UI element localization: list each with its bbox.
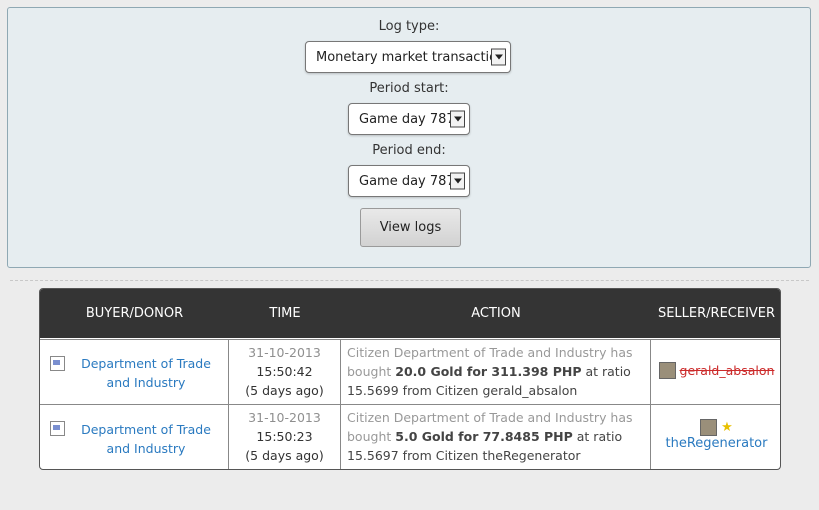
- period-start-select[interactable]: Game day 787: [348, 103, 470, 135]
- time-cell: 31-10-2013 15:50:23 (5 days ago): [229, 405, 341, 469]
- log-type-label: Log type:: [378, 19, 440, 34]
- time-date: 31-10-2013: [248, 345, 321, 360]
- logs-table: BUYER/DONOR TIME ACTION SELLER/RECEIVER …: [39, 288, 781, 470]
- chevron-down-icon: [450, 110, 465, 128]
- column-header-buyer: BUYER/DONOR: [85, 306, 184, 321]
- country-flag-icon: [50, 421, 65, 436]
- chevron-down-icon: [450, 172, 465, 190]
- chevron-down-icon: [491, 48, 506, 66]
- seller-link[interactable]: theRegenerator: [651, 436, 780, 451]
- view-logs-button[interactable]: View logs: [360, 208, 461, 247]
- seller-link[interactable]: gerald_absalon: [680, 363, 775, 378]
- buyer-link[interactable]: Department of Trade and Industry: [71, 420, 221, 458]
- column-header-seller: SELLER/RECEIVER: [657, 306, 776, 321]
- avatar: [700, 419, 718, 436]
- time-cell: 31-10-2013 15:50:42 (5 days ago): [229, 340, 341, 405]
- log-type-value: Monetary market transaction: [316, 49, 506, 65]
- table-header: BUYER/DONOR TIME ACTION SELLER/RECEIVER: [40, 289, 780, 338]
- buyer-link[interactable]: Department of Trade and Industry: [71, 354, 221, 392]
- table-row: Department of Trade and Industry 31-10-2…: [40, 339, 780, 405]
- time-clock: 15:50:42: [256, 364, 313, 379]
- action-cell: Citizen Department of Trade and Industry…: [341, 405, 651, 469]
- log-type-select[interactable]: Monetary market transaction: [305, 41, 511, 73]
- separator: [10, 280, 809, 281]
- seller-cell: ★ theRegenerator: [651, 405, 780, 469]
- period-end-select[interactable]: Game day 787: [348, 165, 470, 197]
- country-flag-icon: [50, 356, 65, 371]
- action-cell: Citizen Department of Trade and Industry…: [341, 340, 651, 405]
- period-end-label: Period end:: [372, 143, 446, 158]
- buyer-cell: Department of Trade and Industry: [40, 405, 229, 469]
- buyer-cell: Department of Trade and Industry: [40, 340, 229, 405]
- time-ago: (5 days ago): [245, 448, 324, 463]
- column-header-action: ACTION: [471, 306, 521, 321]
- star-icon: ★: [721, 420, 733, 435]
- seller-cell: gerald_absalon: [651, 340, 780, 405]
- period-start-value: Game day 787: [359, 111, 455, 127]
- time-date: 31-10-2013: [248, 410, 321, 425]
- column-header-time: TIME: [269, 306, 301, 321]
- period-end-value: Game day 787: [359, 173, 455, 189]
- period-start-label: Period start:: [369, 81, 449, 96]
- avatar: [658, 362, 676, 379]
- time-clock: 15:50:23: [256, 429, 313, 444]
- action-amount: 20.0 Gold for 311.398 PHP: [395, 364, 582, 379]
- time-ago: (5 days ago): [245, 383, 324, 398]
- table-row: Department of Trade and Industry 31-10-2…: [40, 404, 780, 469]
- log-filter-panel: Log type: Monetary market transaction Pe…: [7, 7, 811, 268]
- action-amount: 5.0 Gold for 77.8485 PHP: [395, 429, 573, 444]
